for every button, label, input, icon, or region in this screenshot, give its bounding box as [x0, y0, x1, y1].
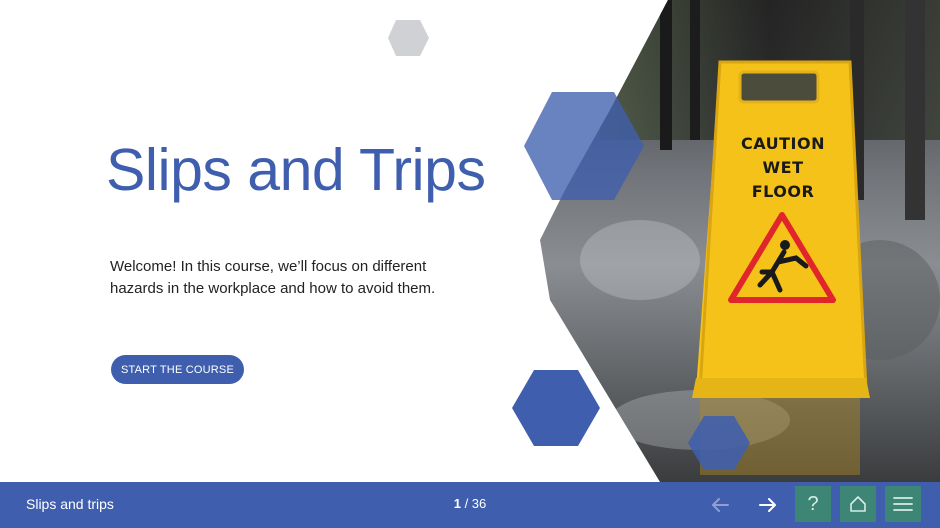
slide-title: Slips and Trips: [106, 137, 486, 203]
page-total: / 36: [464, 496, 487, 511]
hamburger-menu-icon: [893, 497, 913, 511]
home-icon: [850, 496, 866, 512]
question-mark-icon: ?: [807, 492, 819, 515]
start-course-button[interactable]: START THE COURSE: [111, 355, 244, 384]
wet-floor-photo: [388, 0, 940, 482]
decorative-hexagon: [512, 370, 600, 446]
arrow-right-icon: [759, 498, 776, 512]
decorative-hexagon: [388, 20, 429, 56]
intro-text: Welcome! In this course, we’ll focus on …: [110, 258, 436, 297]
sign-line-caution: CAUTION: [741, 134, 825, 153]
prev-button[interactable]: [706, 491, 734, 519]
page-current: 1: [453, 496, 461, 511]
caution-sign-text: CAUTION WET FLOOR: [735, 132, 831, 204]
home-button[interactable]: [840, 486, 876, 522]
slide: CAUTION WET FLOOR Slips and Trips Welcom…: [0, 0, 940, 482]
sign-line-floor: FLOOR: [751, 182, 815, 201]
help-button[interactable]: ?: [795, 486, 831, 522]
arrow-left-icon: [712, 498, 729, 512]
next-button[interactable]: [754, 491, 782, 519]
sign-line-wet: WET: [762, 158, 804, 177]
player-footer: Slips and trips 1 / 36 ?: [0, 482, 940, 528]
menu-button[interactable]: [885, 486, 921, 522]
